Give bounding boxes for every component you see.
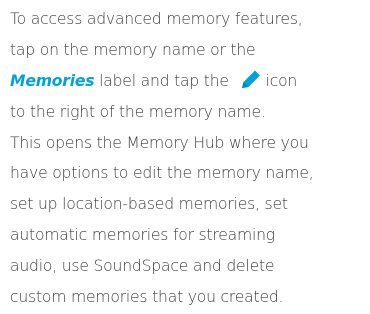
text-line: custom memories that you created. <box>10 288 284 307</box>
pencil-icon <box>240 69 262 100</box>
instruction-paragraph: To access advanced memory features, tap … <box>10 4 370 313</box>
memories-keyword: Memories <box>10 71 95 90</box>
text-fragment: label and tap the <box>94 71 234 90</box>
text-line: To access advanced memory features, <box>10 10 303 28</box>
text-line: tap on the memory name or the <box>10 40 256 59</box>
text-line: Memories label and tap the icon <box>10 66 370 97</box>
text-line: This opens the Memory Hub where you <box>10 133 309 152</box>
text-fragment: icon <box>265 71 298 90</box>
text-line: have options to edit the memory name, <box>10 164 314 183</box>
text-line: set up location-based memories, set <box>10 195 288 214</box>
text-line: automatic memories for streaming <box>10 226 275 245</box>
text-line: to the right of the memory name. <box>10 102 266 121</box>
text-line: audio, use SoundSpace and delete <box>10 257 275 276</box>
